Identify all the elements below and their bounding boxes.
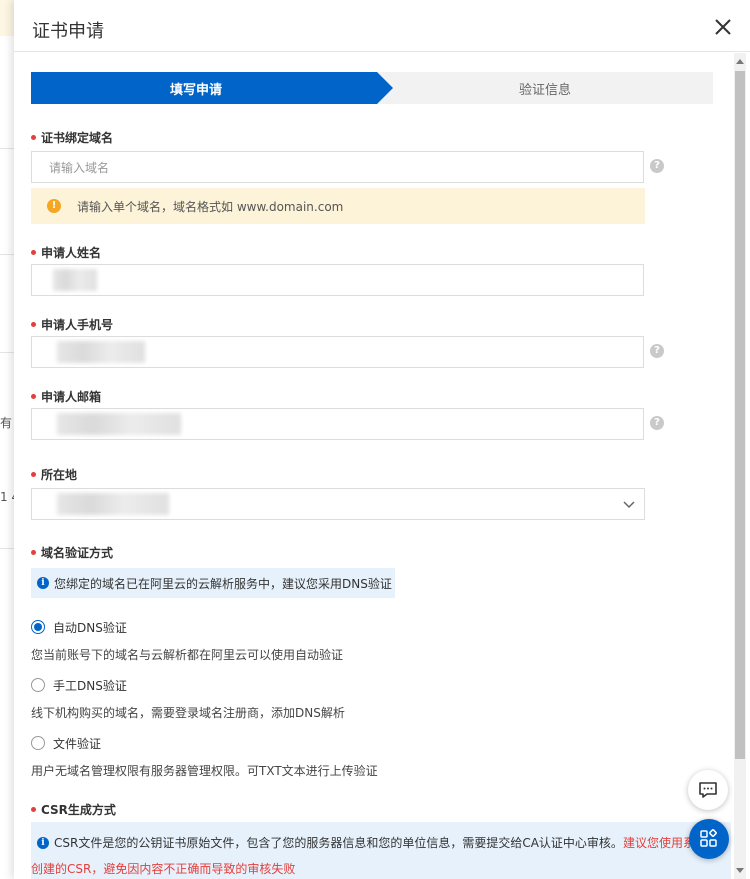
csr-info-line: i CSR文件是您的公钥证书原始文件，包含了您的服务器信息和您的单位信息，需要提… [37, 832, 731, 854]
drawer-title: 证书申请 [32, 21, 104, 42]
required-mark [31, 135, 36, 140]
location-select[interactable] [31, 488, 645, 520]
close-icon[interactable] [714, 18, 732, 36]
step-verify-info: 验证信息 [377, 72, 713, 104]
step-fill-application: 填写申请 [31, 72, 377, 104]
csr-info-text: CSR文件是您的公钥证书原始文件，包含了您的服务器信息和您的单位信息，需要提交给… [54, 836, 623, 850]
radio-file-verify[interactable] [31, 736, 45, 750]
file-verify-desc: 用户无域名管理权限有服务器管理权限。可TXT文本进行上传验证 [31, 764, 378, 778]
required-mark [31, 472, 36, 477]
location-label: 所在地 [31, 466, 77, 483]
form-scroll-area: 填写申请 验证信息 证书绑定域名 请输入域名 ? ! 请输入单个域名，域名格式如… [14, 53, 750, 879]
warning-icon: ! [47, 199, 61, 213]
dns-recommend-tip-text: 您绑定的域名已在阿里云的云解析服务中，建议您采用DNS验证 [54, 576, 392, 591]
step-indicator: 填写申请 验证信息 [31, 72, 713, 104]
certificate-application-drawer: 证书申请 填写申请 验证信息 证书绑定域名 请输入域名 ? ! 请输入单个域名，… [14, 0, 750, 879]
domain-format-tip: ! 请输入单个域名，域名格式如 www.domain.com [31, 188, 645, 224]
csr-label-text: CSR生成方式 [41, 803, 116, 817]
name-input[interactable] [31, 264, 644, 296]
name-label-text: 申请人姓名 [41, 246, 102, 260]
blurred-value [57, 413, 181, 435]
radio-manual-dns-label[interactable]: 手工DNS验证 [53, 677, 127, 694]
csr-label: CSR生成方式 [31, 801, 116, 818]
apps-grid-icon [700, 829, 717, 847]
email-input[interactable] [31, 408, 644, 440]
name-label: 申请人姓名 [31, 244, 101, 261]
radio-auto-dns[interactable] [31, 620, 45, 634]
radio-file-verify-label[interactable]: 文件验证 [53, 735, 101, 752]
email-help-icon[interactable]: ? [650, 416, 664, 430]
required-mark [31, 322, 36, 327]
domain-label-text: 证书绑定域名 [41, 131, 114, 145]
email-label-text: 申请人邮箱 [41, 390, 102, 404]
scroll-down-arrow-icon[interactable] [736, 868, 744, 873]
phone-help-icon[interactable]: ? [650, 344, 664, 358]
required-mark [31, 807, 36, 812]
phone-label: 申请人手机号 [31, 316, 113, 333]
domain-label: 证书绑定域名 [31, 129, 113, 146]
required-mark [31, 550, 36, 555]
domain-help-icon[interactable]: ? [650, 159, 664, 173]
verify-method-label-text: 域名验证方式 [41, 546, 114, 560]
csr-recommend-text-line2: 创建的CSR，避免因内容不正确而导致的审核失败 [31, 862, 296, 876]
blurred-value [57, 493, 169, 515]
verify-method-label: 域名验证方式 [31, 544, 113, 561]
scrollbar-thumb[interactable] [735, 71, 745, 759]
phone-label-text: 申请人手机号 [41, 318, 114, 332]
chat-icon [699, 782, 717, 798]
domain-format-tip-text: 请输入单个域名，域名格式如 www.domain.com [77, 199, 344, 214]
radio-auto-dns-label[interactable]: 自动DNS验证 [53, 619, 127, 636]
blurred-value [57, 341, 145, 363]
info-icon: i [37, 837, 49, 849]
manual-dns-desc: 线下机构购买的域名，需要登录域名注册商，添加DNS解析 [31, 706, 345, 720]
chat-button[interactable] [688, 770, 728, 810]
location-label-text: 所在地 [41, 468, 78, 482]
auto-dns-desc: 您当前账号下的域名与云解析都在阿里云可以使用自动验证 [31, 648, 344, 662]
scrollbar[interactable] [734, 53, 746, 879]
domain-input[interactable]: 请输入域名 [31, 151, 644, 183]
radio-manual-dns[interactable] [31, 678, 45, 692]
chevron-down-icon [623, 501, 635, 509]
blurred-value [53, 269, 97, 291]
background-text: 有 [0, 416, 13, 430]
scroll-up-arrow-icon[interactable] [736, 59, 744, 64]
apps-button[interactable] [689, 819, 729, 859]
phone-input[interactable] [31, 336, 644, 368]
info-icon: i [37, 577, 49, 589]
email-label: 申请人邮箱 [31, 388, 101, 405]
step-arrow [377, 72, 393, 104]
csr-info-tip: i CSR文件是您的公钥证书原始文件，包含了您的服务器信息和您的单位信息，需要提… [31, 822, 731, 879]
dns-recommend-tip: i 您绑定的域名已在阿里云的云解析服务中，建议您采用DNS验证 [31, 568, 395, 598]
required-mark [31, 250, 36, 255]
required-mark [31, 394, 36, 399]
domain-input-placeholder: 请输入域名 [49, 160, 110, 175]
drawer-header: 证书申请 [14, 0, 750, 52]
